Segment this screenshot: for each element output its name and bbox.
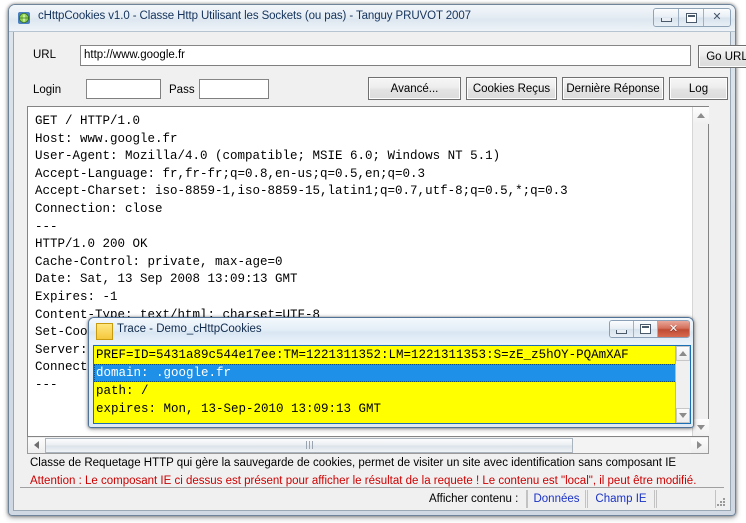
trace-dialog: Trace - Demo_cHttpCookies ✕ PREF=ID=5431… <box>88 317 694 428</box>
url-label: URL <box>33 49 57 61</box>
afficher-contenu-label: Afficher contenu : <box>425 490 527 508</box>
derniere-reponse-button[interactable]: Dernière Réponse <box>562 77 664 100</box>
donnees-link[interactable]: Données <box>527 490 586 508</box>
trace-dialog-title: Trace - Demo_cHttpCookies <box>117 323 262 335</box>
pass-label: Pass <box>169 84 195 96</box>
trace-maximize-button[interactable] <box>634 321 658 337</box>
minimize-button[interactable] <box>654 9 679 26</box>
minimize-icon <box>660 18 672 22</box>
hscroll-track[interactable] <box>45 437 691 453</box>
trace-dialog-titlebar[interactable]: Trace - Demo_cHttpCookies ✕ <box>89 318 693 344</box>
description-line-1: Classe de Requetage HTTP qui gère la sau… <box>30 457 677 469</box>
window-client-area: URL http://www.google.fr Go URL Login Pa… <box>13 32 746 511</box>
champ-ie-link[interactable]: Champ IE <box>587 490 655 508</box>
url-input[interactable]: http://www.google.fr <box>80 45 691 66</box>
scroll-right-button[interactable] <box>691 437 708 453</box>
close-icon: ✕ <box>712 11 722 23</box>
chevron-up-icon <box>697 113 705 118</box>
window-title: cHttpCookies v1.0 - Classe Http Utilisan… <box>38 10 471 22</box>
status-panel-empty <box>656 490 716 508</box>
content-horizontal-scrollbar[interactable] <box>27 437 709 454</box>
trace-dialog-controls: ✕ <box>609 320 690 338</box>
trace-cookie-lines: PREF=ID=5431a89c544e17ee:TM=1221311352:L… <box>94 346 677 418</box>
maximize-icon <box>685 12 697 23</box>
pass-input[interactable] <box>199 79 269 99</box>
maximize-button[interactable] <box>679 9 704 26</box>
chevron-down-icon <box>697 425 705 430</box>
cookies-recus-button[interactable]: Cookies Reçus <box>466 77 557 100</box>
trace-cookie-line[interactable]: PREF=ID=5431a89c544e17ee:TM=1221311352:L… <box>94 346 677 364</box>
scroll-up-button[interactable] <box>693 107 709 124</box>
go-url-button[interactable]: Go URL <box>698 45 746 68</box>
window-titlebar[interactable]: cHttpCookies v1.0 - Classe Http Utilisan… <box>9 5 735 32</box>
trace-scroll-up-button[interactable] <box>676 346 690 361</box>
chevron-left-icon <box>34 441 39 449</box>
resize-grip-icon[interactable] <box>715 496 727 508</box>
trace-cookie-line[interactable]: expires: Mon, 13-Sep-2010 13:09:13 GMT <box>94 400 677 418</box>
chevron-right-icon <box>697 441 702 449</box>
close-button[interactable]: ✕ <box>704 9 730 26</box>
hscroll-thumb[interactable] <box>45 437 573 453</box>
scroll-down-button[interactable] <box>693 419 709 436</box>
content-vertical-scrollbar[interactable] <box>692 107 709 436</box>
minimize-icon <box>616 329 627 334</box>
trace-scroll-down-button[interactable] <box>676 408 690 423</box>
scroll-left-button[interactable] <box>28 437 45 453</box>
description-line-2: Attention : Le composant IE ci dessus es… <box>30 475 697 487</box>
maximize-icon <box>640 324 651 334</box>
trace-minimize-button[interactable] <box>610 321 634 337</box>
login-input[interactable] <box>86 79 161 99</box>
trace-close-button[interactable]: ✕ <box>658 321 689 337</box>
window-controls: ✕ <box>653 8 731 27</box>
chevron-up-icon <box>679 351 687 356</box>
trace-vertical-scrollbar[interactable] <box>675 346 690 423</box>
trace-cookie-line[interactable]: domain: .google.fr <box>94 364 677 382</box>
folder-icon <box>96 323 113 340</box>
main-window: cHttpCookies v1.0 - Classe Http Utilisan… <box>8 4 746 516</box>
trace-cookie-line[interactable]: path: / <box>94 382 677 400</box>
chevron-down-icon <box>679 413 687 418</box>
log-button[interactable]: Log <box>669 77 728 100</box>
login-label: Login <box>33 84 62 96</box>
close-icon: ✕ <box>668 322 679 335</box>
trace-cookie-list[interactable]: PREF=ID=5431a89c544e17ee:TM=1221311352:L… <box>93 345 691 424</box>
advanced-button[interactable]: Avancé... <box>368 77 461 100</box>
app-icon <box>18 12 30 24</box>
screenshot-root: cHttpCookies v1.0 - Classe Http Utilisan… <box>0 0 746 523</box>
status-bar: Afficher contenu : Données Champ IE <box>14 488 730 510</box>
grip-icon <box>305 441 313 449</box>
